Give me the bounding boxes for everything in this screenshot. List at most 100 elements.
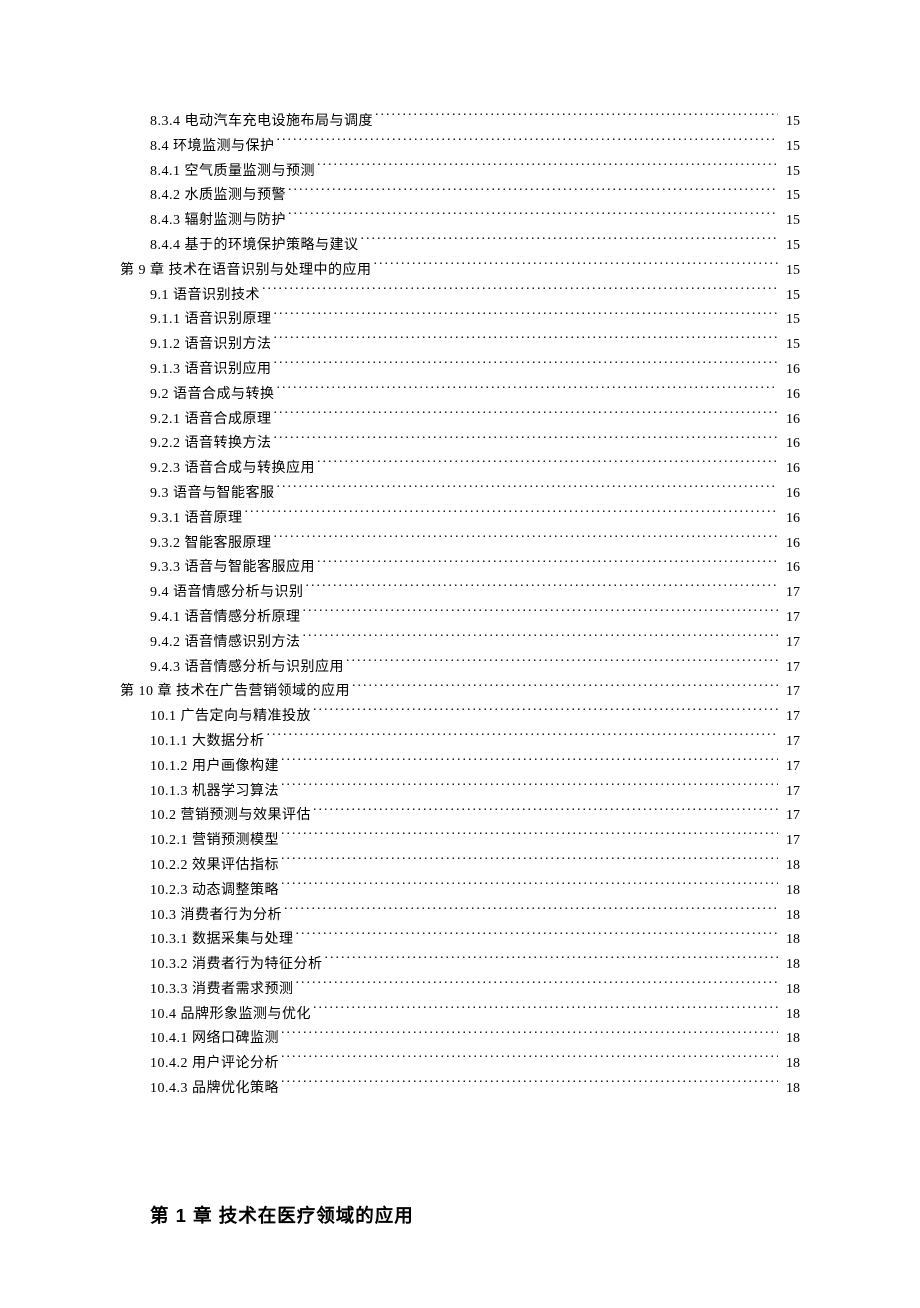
- toc-entry-page-number: 18: [780, 854, 800, 879]
- toc-entry-title: 9.3.3 语音与智能客服应用: [150, 556, 315, 581]
- toc-entry-page-number: 15: [780, 184, 800, 209]
- toc-leader-dots: [274, 533, 779, 547]
- toc-entry[interactable]: 第 9 章 技术在语音识别与处理中的应用15: [120, 259, 800, 284]
- toc-entry-title: 10.4.2 用户评论分析: [150, 1052, 279, 1077]
- toc-entry-title: 10.3.2 消费者行为特征分析: [150, 953, 323, 978]
- toc-entry[interactable]: 9.3.3 语音与智能客服应用16: [120, 556, 800, 581]
- toc-entry-title: 10.2.1 营销预测模型: [150, 829, 279, 854]
- toc-entry[interactable]: 10.3.2 消费者行为特征分析 18: [120, 953, 800, 978]
- toc-entry[interactable]: 10.3 消费者行为分析18: [120, 904, 800, 929]
- toc-entry-title: 第 10 章 技术在广告营销领域的应用: [120, 680, 350, 705]
- toc-leader-dots: [346, 657, 778, 671]
- toc-entry[interactable]: 9.3.1 语音原理 16: [120, 507, 800, 532]
- toc-entry[interactable]: 8.4 环境监测与保护15: [120, 135, 800, 160]
- toc-entry[interactable]: 8.4.3 辐射监测与防护15: [120, 209, 800, 234]
- toc-leader-dots: [288, 210, 778, 224]
- toc-entry[interactable]: 8.4.2 水质监测与预警 15: [120, 184, 800, 209]
- toc-leader-dots: [361, 235, 779, 249]
- toc-entry[interactable]: 9.3 语音与智能客服16: [120, 482, 800, 507]
- toc-leader-dots: [313, 805, 778, 819]
- toc-entry[interactable]: 10.2.2 效果评估指标 18: [120, 854, 800, 879]
- toc-entry-page-number: 16: [780, 507, 800, 532]
- toc-entry-page-number: 18: [780, 928, 800, 953]
- toc-leader-dots: [274, 433, 779, 447]
- toc-entry-page-number: 15: [780, 234, 800, 259]
- toc-leader-dots: [281, 756, 778, 770]
- toc-entry[interactable]: 9.4.2 语音情感识别方法17: [120, 631, 800, 656]
- toc-entry[interactable]: 10.1.1 大数据分析 17: [120, 730, 800, 755]
- toc-entry-title: 10.3 消费者行为分析: [150, 904, 282, 929]
- toc-entry-title: 9.3.2 智能客服原理: [150, 532, 272, 557]
- toc-entry[interactable]: 9.3.2 智能客服原理 16: [120, 532, 800, 557]
- toc-entry[interactable]: 9.1.3 语音识别应用16: [120, 358, 800, 383]
- toc-leader-dots: [284, 905, 778, 919]
- toc-entry-title: 9.2.2 语音转换方法: [150, 432, 272, 457]
- toc-entry[interactable]: 10.4 品牌形象监测与优化18: [120, 1003, 800, 1028]
- toc-entry-title: 10.1 广告定向与精准投放: [150, 705, 311, 730]
- toc-entry[interactable]: 9.2.1 语音合成原理16: [120, 408, 800, 433]
- toc-entry-title: 8.3.4 电动汽车充电设施布局与调度: [150, 110, 373, 135]
- toc-entry-page-number: 17: [780, 705, 800, 730]
- toc-entry[interactable]: 10.4.2 用户评论分析18: [120, 1052, 800, 1077]
- toc-entry[interactable]: 9.1 语音识别技术15: [120, 284, 800, 309]
- toc-entry[interactable]: 8.4.1 空气质量监测与预测15: [120, 160, 800, 185]
- toc-entry-page-number: 17: [780, 656, 800, 681]
- toc-leader-dots: [262, 285, 778, 299]
- toc-entry-page-number: 16: [780, 432, 800, 457]
- toc-entry-page-number: 17: [780, 730, 800, 755]
- toc-entry[interactable]: 10.3.1 数据采集与处理18: [120, 928, 800, 953]
- toc-entry[interactable]: 9.2 语音合成与转换16: [120, 383, 800, 408]
- toc-entry-title: 9.2 语音合成与转换: [150, 383, 275, 408]
- toc-entry-page-number: 15: [780, 284, 800, 309]
- toc-entry-title: 10.2.2 效果评估指标: [150, 854, 279, 879]
- toc-entry[interactable]: 8.4.4 基于的环境保护策略与建议15: [120, 234, 800, 259]
- toc-entry[interactable]: 9.1.2 语音识别方法15: [120, 333, 800, 358]
- toc-entry-title: 8.4.3 辐射监测与防护: [150, 209, 286, 234]
- toc-entry-title: 10.1.1 大数据分析: [150, 730, 265, 755]
- toc-entry-page-number: 18: [780, 1077, 800, 1102]
- toc-entry[interactable]: 10.4.1 网络口碑监测18: [120, 1027, 800, 1052]
- toc-entry[interactable]: 10.3.3 消费者需求预测18: [120, 978, 800, 1003]
- toc-entry[interactable]: 10.4.3 品牌优化策略 18: [120, 1077, 800, 1102]
- toc-entry-title: 8.4.2 水质监测与预警: [150, 184, 286, 209]
- toc-entry[interactable]: 9.4.1 语音情感分析原理17: [120, 606, 800, 631]
- toc-leader-dots: [281, 830, 778, 844]
- toc-entry-title: 9.2.1 语音合成原理: [150, 408, 272, 433]
- toc-entry-page-number: 17: [780, 631, 800, 656]
- toc-entry-page-number: 15: [780, 259, 800, 284]
- toc-leader-dots: [274, 409, 779, 423]
- toc-entry-title: 9.3.1 语音原理: [150, 507, 243, 532]
- toc-entry-title: 10.4.3 品牌优化策略: [150, 1077, 279, 1102]
- toc-entry[interactable]: 10.2.1 营销预测模型 17: [120, 829, 800, 854]
- toc-entry[interactable]: 10.1 广告定向与精准投放 17: [120, 705, 800, 730]
- toc-leader-dots: [317, 557, 778, 571]
- toc-entry-page-number: 16: [780, 532, 800, 557]
- toc-entry-page-number: 17: [780, 829, 800, 854]
- toc-entry[interactable]: 9.1.1 语音识别原理15: [120, 308, 800, 333]
- toc-entry[interactable]: 10.2 营销预测与效果评估17: [120, 804, 800, 829]
- toc-entry[interactable]: 10.1.2 用户画像构建17: [120, 755, 800, 780]
- toc-entry-page-number: 15: [780, 160, 800, 185]
- toc-leader-dots: [317, 161, 778, 175]
- toc-leader-dots: [281, 880, 778, 894]
- toc-entry-title: 10.2 营销预测与效果评估: [150, 804, 311, 829]
- toc-entry-page-number: 17: [780, 581, 800, 606]
- toc-entry[interactable]: 10.2.3 动态调整策略18: [120, 879, 800, 904]
- chapter-heading: 第 1 章 技术在医疗领域的应用: [120, 1202, 800, 1228]
- toc-entry-page-number: 17: [780, 780, 800, 805]
- toc-leader-dots: [313, 1004, 778, 1018]
- toc-leader-dots: [281, 1028, 778, 1042]
- toc-entry[interactable]: 9.4 语音情感分析与识别17: [120, 581, 800, 606]
- toc-entry[interactable]: 第 10 章 技术在广告营销领域的应用17: [120, 680, 800, 705]
- toc-entry-title: 9.4.1 语音情感分析原理: [150, 606, 301, 631]
- toc-entry[interactable]: 8.3.4 电动汽车充电设施布局与调度15: [120, 110, 800, 135]
- toc-entry[interactable]: 9.2.3 语音合成与转换应用16: [120, 457, 800, 482]
- toc-entry-page-number: 18: [780, 953, 800, 978]
- toc-entry[interactable]: 9.2.2 语音转换方法 16: [120, 432, 800, 457]
- toc-leader-dots: [375, 111, 778, 125]
- toc-entry[interactable]: 9.4.3 语音情感分析与识别应用17: [120, 656, 800, 681]
- toc-entry[interactable]: 10.1.3 机器学习算法 17: [120, 780, 800, 805]
- toc-leader-dots: [281, 1053, 778, 1067]
- toc-entry-title: 10.1.3 机器学习算法: [150, 780, 279, 805]
- toc-leader-dots: [306, 582, 779, 596]
